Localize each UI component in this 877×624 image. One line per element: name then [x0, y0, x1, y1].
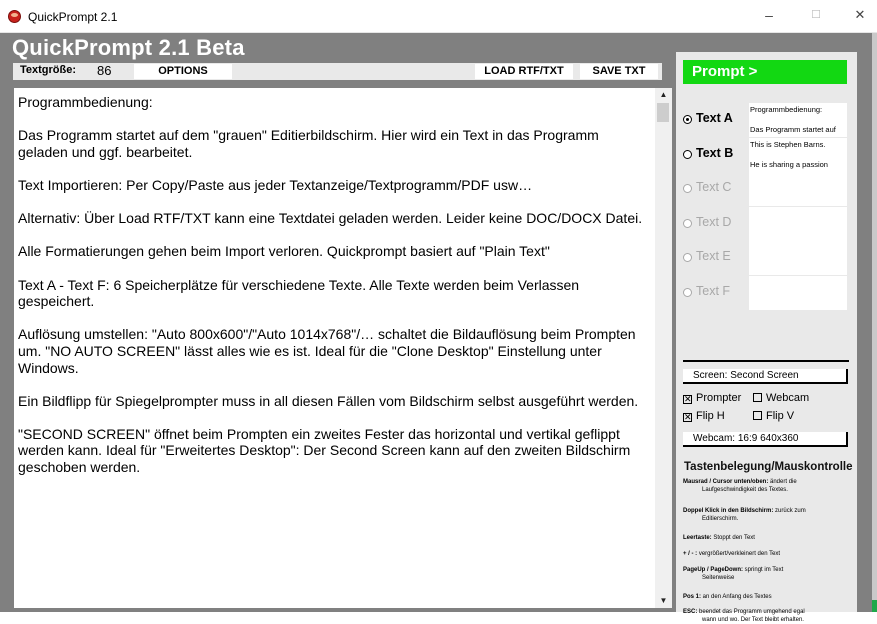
app-title: QuickPrompt 2.1 Beta [12, 35, 245, 61]
text-editor[interactable]: Programmbedienung: Das Programm startet a… [14, 88, 655, 608]
slot-label: Text F [696, 284, 730, 298]
key-desc: ändert die [768, 479, 796, 485]
radio-icon[interactable] [683, 115, 692, 124]
slot-preview[interactable] [749, 276, 847, 310]
radio-icon[interactable] [683, 288, 692, 297]
screen-select[interactable]: Screen: Second Screen [683, 369, 848, 384]
preview-line: Programmbedienung: [749, 103, 847, 115]
slot-label: Text C [696, 180, 731, 194]
flip-h-check-icon: ✕ [683, 413, 692, 422]
minimize-button[interactable]: – [752, 4, 786, 26]
radio-icon[interactable] [683, 219, 692, 228]
key-desc: vergrößert/verkleinert den Text [697, 551, 780, 557]
panel-divider [683, 360, 849, 362]
key-help-item: Doppel Klick in den Bildschirm: zurück z… [683, 508, 848, 523]
editor-scrollbar[interactable]: ▲ ▼ [655, 88, 672, 608]
editor-paragraph: Ein Bildflipp für Spiegelprompter muss i… [18, 393, 648, 410]
window-titlebar: QuickPrompt 2.1 – ☐ ✕ [0, 0, 877, 33]
key-desc-cont: Editierschirm. [683, 516, 848, 524]
slot-label: Text D [696, 215, 731, 229]
key-help-item: Leertaste: Stoppt den Text [683, 535, 848, 543]
key-desc-cont: wann und wo. Der Text bleibt erhalten. [683, 617, 848, 624]
slot-label: Text A [696, 111, 733, 125]
flip-h-label: Flip H [696, 410, 725, 422]
webcam-select[interactable]: Webcam: 16:9 640x360 [683, 432, 848, 447]
key-name: Mausrad / Cursor unten/oben: [683, 479, 768, 485]
keys-title: Tastenbelegung/Mauskontrolle [684, 461, 852, 473]
flip-v-checkbox[interactable]: Flip V [753, 410, 794, 422]
key-help-item: Mausrad / Cursor unten/oben: ändert die L… [683, 479, 848, 494]
scroll-up-icon[interactable]: ▲ [655, 88, 672, 102]
key-name: Pos 1: [683, 594, 701, 600]
webcam-label: Webcam [766, 392, 809, 404]
control-panel: Prompt > Text A Programmbedienung: Das Pr… [676, 52, 857, 612]
font-size-value[interactable]: 86 [97, 63, 111, 78]
editor-paragraph: Text A - Text F: 6 Speicherplätze für ve… [18, 277, 648, 310]
toolbar: Textgröße: 86 OPTIONS LOAD RTF/TXT SAVE … [13, 63, 662, 80]
key-name: PageUp / PageDown: [683, 567, 743, 573]
key-name: + / - : [683, 551, 697, 557]
editor-paragraph: Alle Formatierungen gehen beim Import ve… [18, 243, 648, 260]
key-desc: Stoppt den Text [712, 535, 755, 541]
font-size-label: Textgröße: [20, 64, 76, 76]
slot-preview[interactable]: Programmbedienung: Das Programm startet … [749, 103, 847, 137]
radio-icon[interactable] [683, 184, 692, 193]
load-rtf-txt-button[interactable]: LOAD RTF/TXT [475, 64, 573, 79]
scroll-thumb[interactable] [657, 103, 669, 122]
app-logo-icon [8, 10, 21, 23]
app-main: QuickPrompt 2.1 Beta Textgröße: 86 OPTIO… [0, 33, 872, 612]
key-desc-cont: Seitenweise [683, 575, 848, 583]
window-edge [872, 33, 877, 612]
preview-line: Das Programm startet auf [749, 125, 847, 135]
flip-h-checkbox[interactable]: ✕ Flip H [683, 410, 725, 422]
webcam-checkbox[interactable]: Webcam [753, 392, 809, 404]
key-help-item: ESC: beendet das Programm umgehend egal w… [683, 609, 848, 624]
key-desc: beendet das Programm umgehend egal [697, 609, 804, 615]
save-txt-button[interactable]: SAVE TXT [580, 64, 658, 79]
key-help-item: + / - : vergrößert/verkleinert den Text [683, 551, 848, 559]
prompter-check-icon: ✕ [683, 395, 692, 404]
key-name: Doppel Klick in den Bildschirm: [683, 508, 773, 514]
editor-paragraph: "SECOND SCREEN" öffnet beim Prompten ein… [18, 426, 648, 476]
webcam-check-icon [753, 393, 762, 402]
editor-paragraph: Programmbedienung: [18, 94, 648, 111]
flip-v-check-icon [753, 411, 762, 420]
slot-preview[interactable] [749, 207, 847, 241]
close-button[interactable]: ✕ [843, 4, 877, 26]
radio-icon[interactable] [683, 253, 692, 262]
maximize-button[interactable]: ☐ [799, 4, 833, 26]
radio-icon[interactable] [683, 150, 692, 159]
key-desc: zurück zum [773, 508, 805, 514]
preview-line: He is sharing a passion [749, 160, 847, 170]
prompt-button[interactable]: Prompt > [683, 60, 847, 84]
editor-paragraph: Auflösung umstellen: "Auto 800x600"/"Aut… [18, 326, 648, 376]
editor-content: Programmbedienung: Das Programm startet a… [18, 94, 648, 492]
key-desc: an den Anfang des Textes [701, 594, 772, 600]
editor-paragraph: Alternativ: Über Load RTF/TXT kann eine … [18, 210, 648, 227]
scroll-down-icon[interactable]: ▼ [655, 594, 672, 608]
editor-paragraph: Text Importieren: Per Copy/Paste aus jed… [18, 177, 648, 194]
key-help-item: Pos 1: an den Anfang des Textes [683, 594, 848, 602]
key-help-item: PageUp / PageDown: springt im Text Seiten… [683, 567, 848, 582]
slot-preview[interactable]: This is Stephen Barns. He is sharing a p… [749, 138, 847, 172]
key-desc: springt im Text [743, 567, 783, 573]
preview-line: This is Stephen Barns. [749, 138, 847, 150]
key-name: ESC: [683, 609, 697, 615]
window-title: QuickPrompt 2.1 [28, 10, 117, 24]
slot-preview[interactable] [749, 172, 847, 206]
key-desc-cont: Laufgeschwindigkeit des Textes. [683, 487, 848, 495]
slot-label: Text B [696, 146, 733, 160]
editor-paragraph: Das Programm startet auf dem "grauen" Ed… [18, 127, 648, 160]
prompter-label: Prompter [696, 392, 741, 404]
preview-line [749, 150, 847, 160]
slot-label: Text E [696, 249, 731, 263]
options-button[interactable]: OPTIONS [134, 64, 232, 79]
slot-preview[interactable] [749, 241, 847, 275]
flip-v-label: Flip V [766, 410, 794, 422]
key-name: Leertaste: [683, 535, 712, 541]
prompter-checkbox[interactable]: ✕ Prompter [683, 392, 741, 404]
preview-line [749, 115, 847, 125]
